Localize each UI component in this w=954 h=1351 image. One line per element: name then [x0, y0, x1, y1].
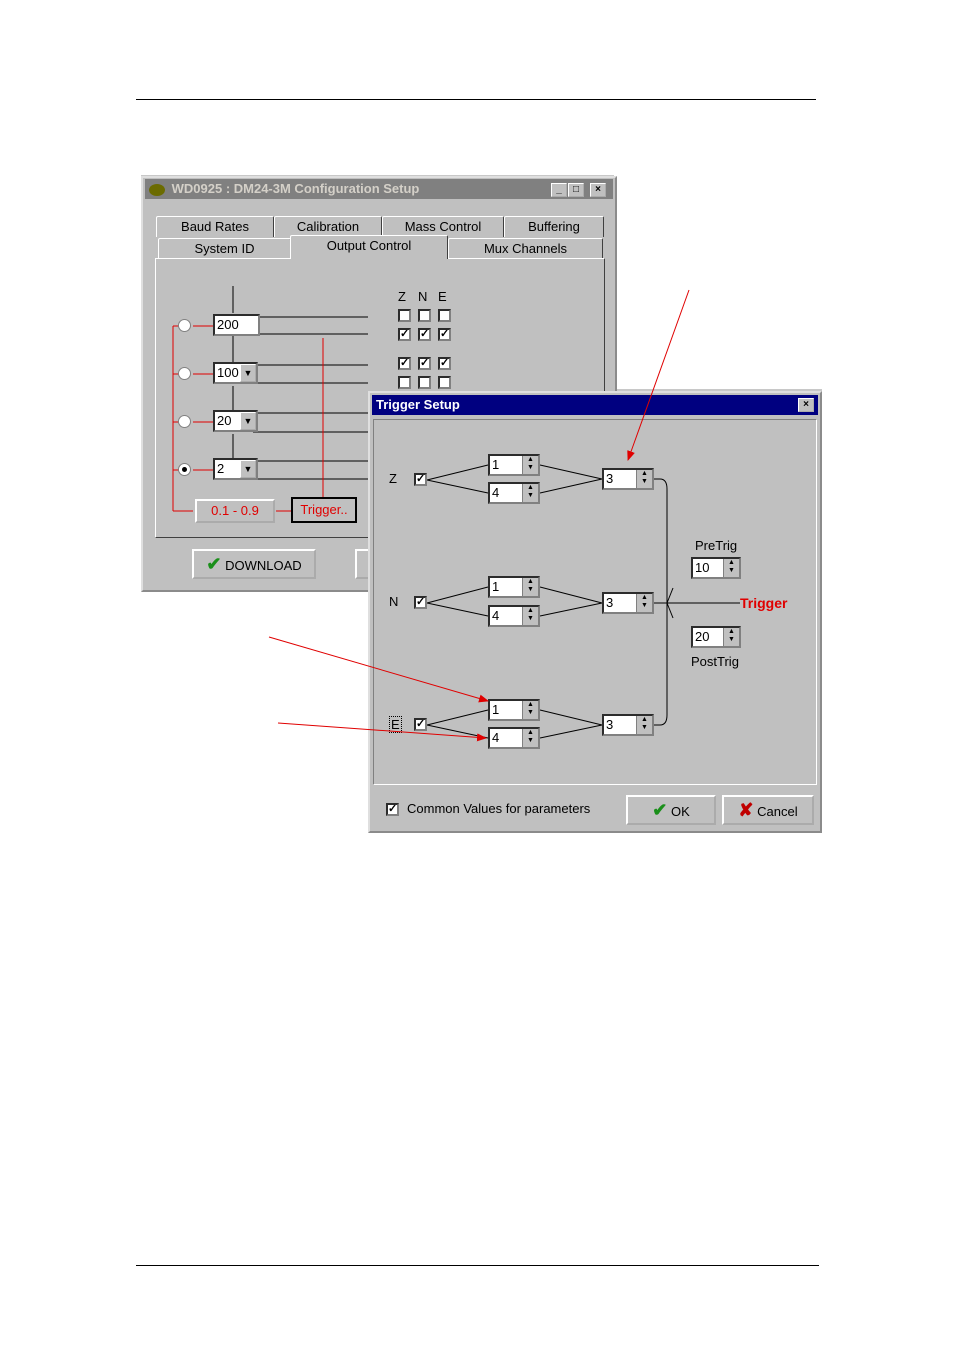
rate-radio-1[interactable] — [178, 319, 191, 332]
spin-value: 4 — [492, 608, 500, 623]
spin-arrows-icon[interactable]: ▲ ▼ — [522, 729, 538, 747]
rate-value: 20 — [217, 413, 232, 428]
spin-arrows-icon[interactable]: ▲ ▼ — [723, 628, 739, 646]
spin-value: 3 — [606, 471, 614, 486]
checkbox-200-a-z[interactable] — [398, 309, 411, 322]
rate-select-2[interactable]: 2 ▼ — [213, 458, 258, 480]
checkmark-icon: ✔ — [206, 554, 222, 574]
channel-checkbox-z[interactable]: ✓ — [414, 473, 427, 486]
checkbox-200-b-z[interactable]: ✓ — [398, 328, 411, 341]
spin-value: 1 — [492, 579, 500, 594]
z-result-spinner[interactable]: 3 ▲ ▼ — [602, 468, 654, 490]
checkbox-100-a-n[interactable]: ✓ — [418, 357, 431, 370]
checkbox-200-a-e[interactable] — [438, 309, 451, 322]
trigger-dialog: Trigger Setup × Z ✓ N ✓ E ✓ 1 ▲ ▼ 4 ▲ ▼ 3 ▲ ▼ — [368, 391, 822, 833]
z-upper-spinner[interactable]: 1 ▲ ▼ — [488, 454, 540, 476]
z-lower-spinner[interactable]: 4 ▲ ▼ — [488, 482, 540, 504]
spin-arrows-icon[interactable]: ▲ ▼ — [522, 484, 538, 502]
channel-label-e: E — [389, 716, 402, 733]
ok-label: OK — [670, 804, 690, 819]
cross-icon: ✘ — [738, 800, 754, 820]
spin-value: 1 — [492, 457, 500, 472]
spin-arrows-icon[interactable]: ▲ ▼ — [723, 559, 739, 577]
spin-arrows-icon[interactable]: ▲ ▼ — [636, 594, 652, 612]
rate-value: 200 — [217, 317, 239, 332]
checkbox-200-a-n[interactable] — [418, 309, 431, 322]
checkbox-100-a-e[interactable]: ✓ — [438, 357, 451, 370]
rate-radio-4[interactable] — [178, 463, 191, 476]
ok-button[interactable]: ✔ OK — [626, 795, 716, 825]
channel-label-z: Z — [389, 471, 397, 486]
footer-rule — [136, 1265, 819, 1266]
posttrig-spinner[interactable]: 20 ▲ ▼ — [691, 626, 741, 648]
rate-select-100[interactable]: 100 ▼ — [213, 362, 258, 384]
spin-arrows-icon[interactable]: ▲ ▼ — [636, 716, 652, 734]
rate-radio-2[interactable] — [178, 367, 191, 380]
spin-arrows-icon[interactable]: ▲ ▼ — [522, 578, 538, 596]
checkmark-icon: ✔ — [652, 800, 668, 820]
download-button[interactable]: ✔ DOWNLOAD — [192, 549, 316, 579]
n-result-spinner[interactable]: 3 ▲ ▼ — [602, 592, 654, 614]
rate-radio-3[interactable] — [178, 415, 191, 428]
posttrig-label: PostTrig — [691, 654, 739, 669]
spin-value: 4 — [492, 730, 500, 745]
common-values-checkbox[interactable]: ✓ — [386, 803, 399, 816]
rate-field-200[interactable]: 200 — [213, 314, 260, 336]
spin-arrows-icon[interactable]: ▲ ▼ — [522, 701, 538, 719]
rate-select-20[interactable]: 20 ▼ — [213, 410, 258, 432]
e-upper-spinner[interactable]: 1 ▲ ▼ — [488, 699, 540, 721]
spin-value: 3 — [606, 717, 614, 732]
common-values-label: Common Values for parameters — [407, 801, 591, 816]
cancel-label: Cancel — [757, 804, 798, 819]
checkbox-100-b-n[interactable] — [418, 376, 431, 389]
screenshot-white-area — [141, 592, 369, 833]
spin-value: 1 — [492, 702, 500, 717]
download-label: DOWNLOAD — [225, 558, 302, 573]
spin-value: 3 — [606, 595, 614, 610]
range-button[interactable]: 0.1 - 0.9 — [195, 499, 275, 523]
spin-value: 10 — [695, 560, 710, 575]
chevron-down-icon[interactable]: ▼ — [240, 412, 256, 430]
chevron-down-icon[interactable]: ▼ — [240, 364, 256, 382]
spin-value: 20 — [695, 629, 710, 644]
rate-value: 2 — [217, 461, 225, 476]
screenshot-white-area-right — [614, 175, 822, 389]
channel-checkbox-n[interactable]: ✓ — [414, 596, 427, 609]
spin-value: 4 — [492, 485, 500, 500]
n-upper-spinner[interactable]: 1 ▲ ▼ — [488, 576, 540, 598]
chevron-down-icon[interactable]: ▼ — [240, 460, 256, 478]
cancel-button[interactable]: ✘ Cancel — [722, 795, 814, 825]
pretrig-label: PreTrig — [695, 538, 738, 553]
e-lower-spinner[interactable]: 4 ▲ ▼ — [488, 727, 540, 749]
checkbox-200-b-e[interactable]: ✓ — [438, 328, 451, 341]
trigger-output-label: Trigger — [740, 595, 788, 611]
spin-arrows-icon[interactable]: ▲ ▼ — [522, 456, 538, 474]
trigger-logic-diagram — [426, 464, 740, 739]
checkbox-200-b-n[interactable]: ✓ — [418, 328, 431, 341]
rate-value: 100 — [217, 365, 239, 380]
checkbox-100-b-z[interactable] — [398, 376, 411, 389]
e-result-spinner[interactable]: 3 ▲ ▼ — [602, 714, 654, 736]
checkbox-100-b-e[interactable] — [438, 376, 451, 389]
trigger-open-button[interactable]: Trigger.. — [291, 497, 357, 523]
spin-arrows-icon[interactable]: ▲ ▼ — [636, 470, 652, 488]
n-lower-spinner[interactable]: 4 ▲ ▼ — [488, 605, 540, 627]
spin-arrows-icon[interactable]: ▲ ▼ — [522, 607, 538, 625]
channel-checkbox-e[interactable]: ✓ — [414, 718, 427, 731]
checkbox-100-a-z[interactable]: ✓ — [398, 357, 411, 370]
channel-label-n: N — [389, 594, 399, 609]
header-rule — [136, 99, 816, 100]
tab-output-control[interactable]: Output Control — [290, 235, 448, 259]
pretrig-spinner[interactable]: 10 ▲ ▼ — [691, 557, 741, 579]
